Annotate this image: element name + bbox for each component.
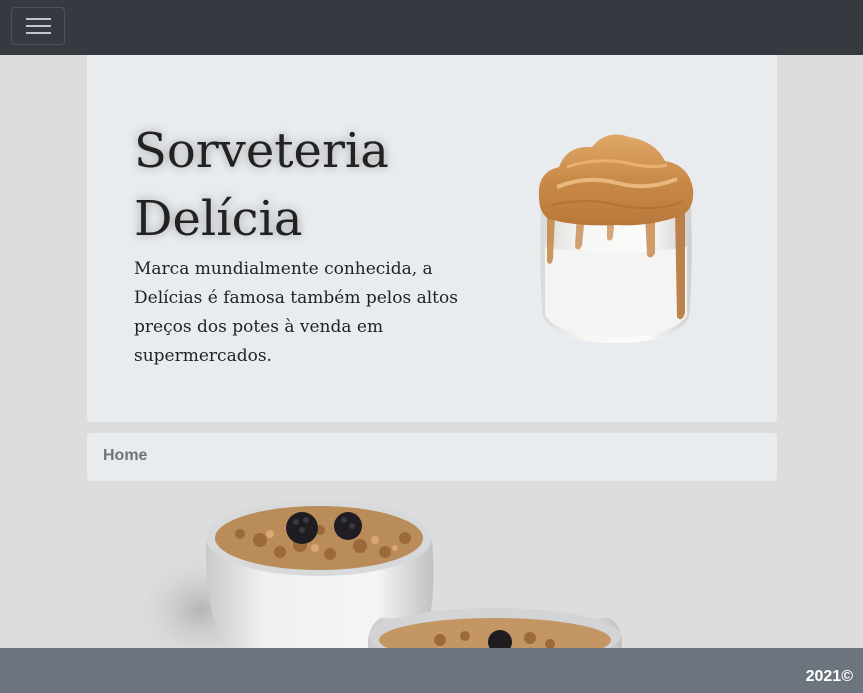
yogurt-granola-blackberry-jars-image [130, 500, 622, 650]
hero-jumbotron: Sorveteria Delícia Marca mundialmente co… [87, 55, 777, 422]
breadcrumb-home-link[interactable]: Home [103, 447, 147, 465]
footer-copyright: 2021© [805, 668, 853, 685]
hero-title: Sorveteria Delícia [134, 123, 389, 247]
breadcrumb: Home [87, 433, 777, 481]
navbar-toggler-button[interactable] [11, 7, 65, 45]
hero-lead-text: Marca mundialmente conhecida, a Delícias… [134, 259, 458, 366]
footer: 2021© [0, 648, 863, 693]
dalgona-coffee-jar-image [538, 134, 694, 343]
navbar [0, 0, 863, 55]
